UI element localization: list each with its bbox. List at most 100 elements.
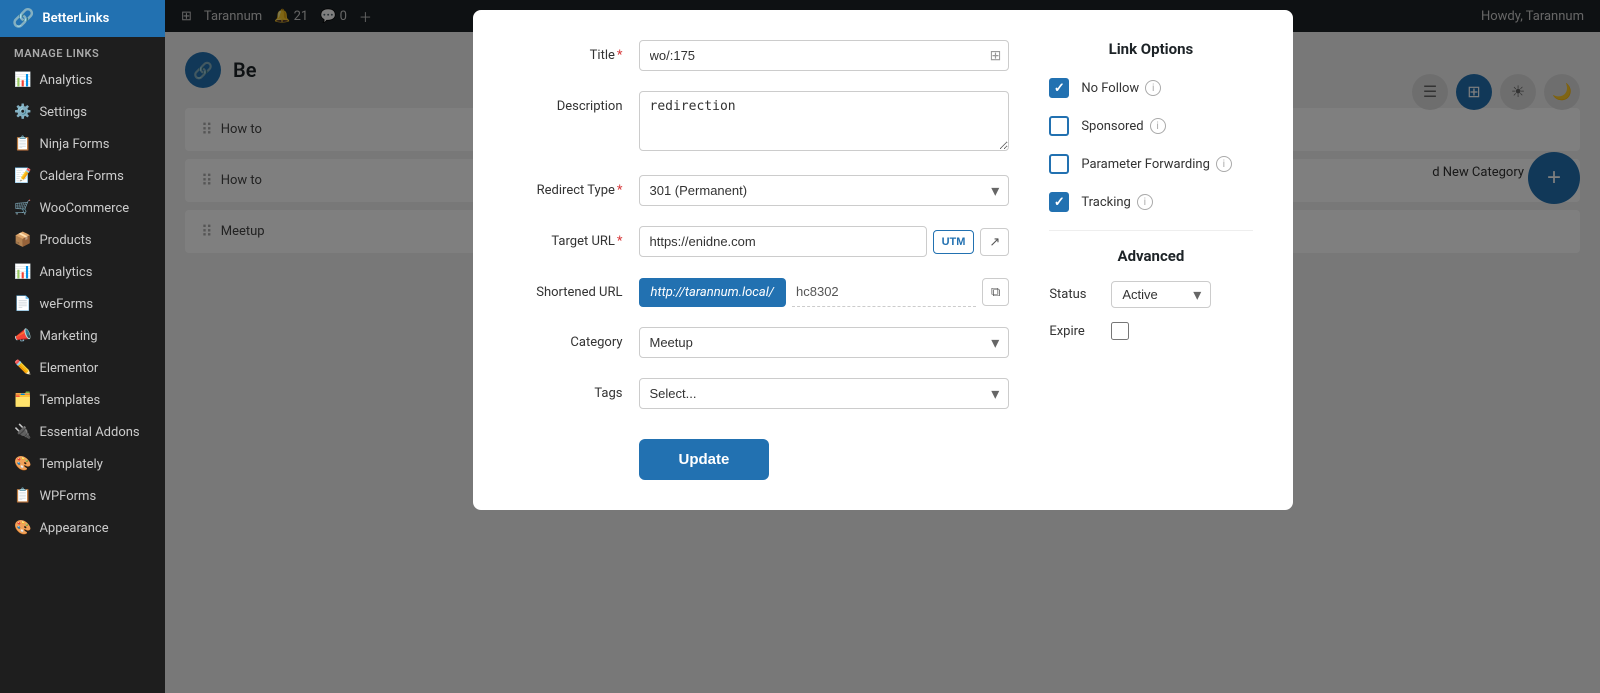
sidebar-item-settings[interactable]: ⚙️ Settings bbox=[0, 96, 165, 128]
tracking-checkbox[interactable] bbox=[1049, 192, 1069, 212]
modal-body: Title* ⊞ Description redi bbox=[513, 40, 1253, 480]
status-row: Status Active Inactive ▾ bbox=[1049, 281, 1252, 308]
redirect-type-wrap: 301 (Permanent) 302 (Temporary) 307 (Tem… bbox=[639, 175, 1010, 206]
sidebar-item-caldera-forms-label: Caldera Forms bbox=[39, 169, 123, 184]
sponsored-info-icon[interactable]: i bbox=[1150, 118, 1166, 134]
settings-icon: ⚙️ bbox=[14, 104, 31, 120]
update-button[interactable]: Update bbox=[639, 439, 770, 480]
utm-button[interactable]: UTM bbox=[933, 230, 975, 254]
shortened-url-row: Shortened URL http://tarannum.local/ ⧉ bbox=[513, 277, 1010, 307]
sidebar-item-appearance-label: Appearance bbox=[39, 521, 108, 536]
tracking-label: Tracking i bbox=[1081, 194, 1153, 210]
expire-label: Expire bbox=[1049, 324, 1099, 339]
sidebar-item-elementor[interactable]: ✏️ Elementor bbox=[0, 352, 165, 384]
redirect-type-label: Redirect Type* bbox=[513, 175, 623, 198]
expire-checkbox[interactable] bbox=[1111, 322, 1129, 340]
target-url-input[interactable] bbox=[639, 226, 927, 257]
required-indicator: * bbox=[617, 48, 623, 63]
status-select-wrap: Active Inactive ▾ bbox=[1111, 281, 1211, 308]
target-url-container: UTM ↗ bbox=[639, 226, 1010, 257]
essential-addons-icon: 🔌 bbox=[14, 424, 31, 440]
sidebar-item-analytics-sub[interactable]: 📊 Analytics bbox=[0, 64, 165, 96]
copy-button[interactable]: ⧉ bbox=[982, 278, 1009, 306]
target-url-label: Target URL* bbox=[513, 226, 623, 249]
category-select-wrap: Meetup General ▾ bbox=[639, 327, 1010, 358]
title-input[interactable] bbox=[639, 40, 1010, 71]
shortened-url-label: Shortened URL bbox=[513, 277, 623, 300]
redirect-type-select[interactable]: 301 (Permanent) 302 (Temporary) 307 (Tem… bbox=[639, 175, 1010, 206]
ninja-forms-icon: 📋 bbox=[14, 136, 31, 152]
sidebar-item-marketing-label: Marketing bbox=[39, 329, 97, 344]
wpforms-icon: 📋 bbox=[14, 488, 31, 504]
description-row: Description redirection bbox=[513, 91, 1010, 155]
elementor-icon: ✏️ bbox=[14, 360, 31, 376]
sidebar-item-templately-label: Templately bbox=[39, 457, 102, 472]
description-label: Description bbox=[513, 91, 623, 114]
title-icon: ⊞ bbox=[990, 48, 1002, 64]
products-icon: 📦 bbox=[14, 232, 31, 248]
manage-links-section: Manage Links bbox=[0, 37, 165, 64]
sidebar-item-weforms[interactable]: 📄 weForms bbox=[0, 288, 165, 320]
sidebar-item-wpforms[interactable]: 📋 WPForms bbox=[0, 480, 165, 512]
status-label: Status bbox=[1049, 287, 1099, 302]
sidebar-item-woocommerce[interactable]: 🛒 WooCommerce bbox=[0, 192, 165, 224]
sidebar-item-caldera-forms[interactable]: 📝 Caldera Forms bbox=[0, 160, 165, 192]
title-row: Title* ⊞ bbox=[513, 40, 1010, 71]
no-follow-info-icon[interactable]: i bbox=[1145, 80, 1161, 96]
category-select[interactable]: Meetup General bbox=[639, 327, 1010, 358]
caldera-forms-icon: 📝 bbox=[14, 168, 31, 184]
target-url-row: Target URL* UTM ↗ bbox=[513, 226, 1010, 257]
sidebar-brand[interactable]: 🔗 BetterLinks bbox=[0, 0, 165, 37]
sidebar-item-settings-label: Settings bbox=[39, 105, 86, 120]
sidebar-item-templately[interactable]: 🎨 Templately bbox=[0, 448, 165, 480]
shortened-slug-input[interactable] bbox=[792, 277, 976, 307]
tracking-info-icon[interactable]: i bbox=[1137, 194, 1153, 210]
redirect-type-row: Redirect Type* 301 (Permanent) 302 (Temp… bbox=[513, 175, 1010, 206]
link-options-title: Link Options bbox=[1049, 40, 1252, 58]
share-button[interactable]: ↗ bbox=[980, 228, 1009, 256]
target-url-input-wrap: UTM ↗ bbox=[639, 226, 1010, 257]
sidebar-item-analytics-sub-label: Analytics bbox=[39, 73, 92, 88]
sponsored-checkbox[interactable] bbox=[1049, 116, 1069, 136]
sidebar: 🔗 BetterLinks Manage Links 📊 Analytics ⚙… bbox=[0, 0, 165, 693]
parameter-forwarding-checkbox[interactable] bbox=[1049, 154, 1069, 174]
status-select[interactable]: Active Inactive bbox=[1111, 281, 1211, 308]
tags-select[interactable]: Select... bbox=[639, 378, 1010, 409]
advanced-title: Advanced bbox=[1049, 247, 1252, 265]
shortened-base-url: http://tarannum.local/ bbox=[639, 278, 787, 307]
sidebar-item-ninja-forms[interactable]: 📋 Ninja Forms bbox=[0, 128, 165, 160]
sidebar-item-templates[interactable]: 🗂️ Templates bbox=[0, 384, 165, 416]
parameter-forwarding-info-icon[interactable]: i bbox=[1216, 156, 1232, 172]
analytics-icon: 📊 bbox=[14, 264, 31, 280]
update-button-wrap: Update bbox=[513, 429, 1010, 480]
sidebar-item-marketing[interactable]: 📣 Marketing bbox=[0, 320, 165, 352]
no-follow-option-row: No Follow i bbox=[1049, 78, 1252, 98]
sidebar-item-elementor-label: Elementor bbox=[39, 361, 98, 376]
tags-select-wrap: Select... ▾ bbox=[639, 378, 1010, 409]
no-follow-checkbox[interactable] bbox=[1049, 78, 1069, 98]
modal-left-column: Title* ⊞ Description redi bbox=[513, 40, 1010, 480]
sidebar-item-appearance[interactable]: 🎨 Appearance bbox=[0, 512, 165, 544]
sidebar-item-products-label: Products bbox=[39, 233, 91, 248]
weforms-icon: 📄 bbox=[14, 296, 31, 312]
category-row: Category Meetup General ▾ bbox=[513, 327, 1010, 358]
sidebar-item-ninja-forms-label: Ninja Forms bbox=[39, 137, 109, 152]
required-indicator: * bbox=[617, 234, 623, 249]
sidebar-item-products[interactable]: 📦 Products bbox=[0, 224, 165, 256]
templately-icon: 🎨 bbox=[14, 456, 31, 472]
modal-overlay: Title* ⊞ Description redi bbox=[165, 0, 1600, 693]
section-divider bbox=[1049, 230, 1252, 231]
parameter-forwarding-label: Parameter Forwarding i bbox=[1081, 156, 1232, 172]
description-textarea[interactable]: redirection bbox=[639, 91, 1010, 151]
sidebar-item-analytics[interactable]: 📊 Analytics bbox=[0, 256, 165, 288]
sidebar-item-essential-addons[interactable]: 🔌 Essential Addons bbox=[0, 416, 165, 448]
sidebar-item-woocommerce-label: WooCommerce bbox=[39, 201, 129, 216]
category-label: Category bbox=[513, 327, 623, 350]
sidebar-item-essential-addons-label: Essential Addons bbox=[39, 425, 139, 440]
tags-label: Tags bbox=[513, 378, 623, 401]
main-content: ⊞ Tarannum 🔔 21 💬 0 ＋ Howdy, Tarannum 🔗 … bbox=[165, 0, 1600, 693]
parameter-forwarding-option-row: Parameter Forwarding i bbox=[1049, 154, 1252, 174]
title-input-wrap: ⊞ bbox=[639, 40, 1010, 71]
required-indicator: * bbox=[617, 183, 623, 198]
marketing-icon: 📣 bbox=[14, 328, 31, 344]
